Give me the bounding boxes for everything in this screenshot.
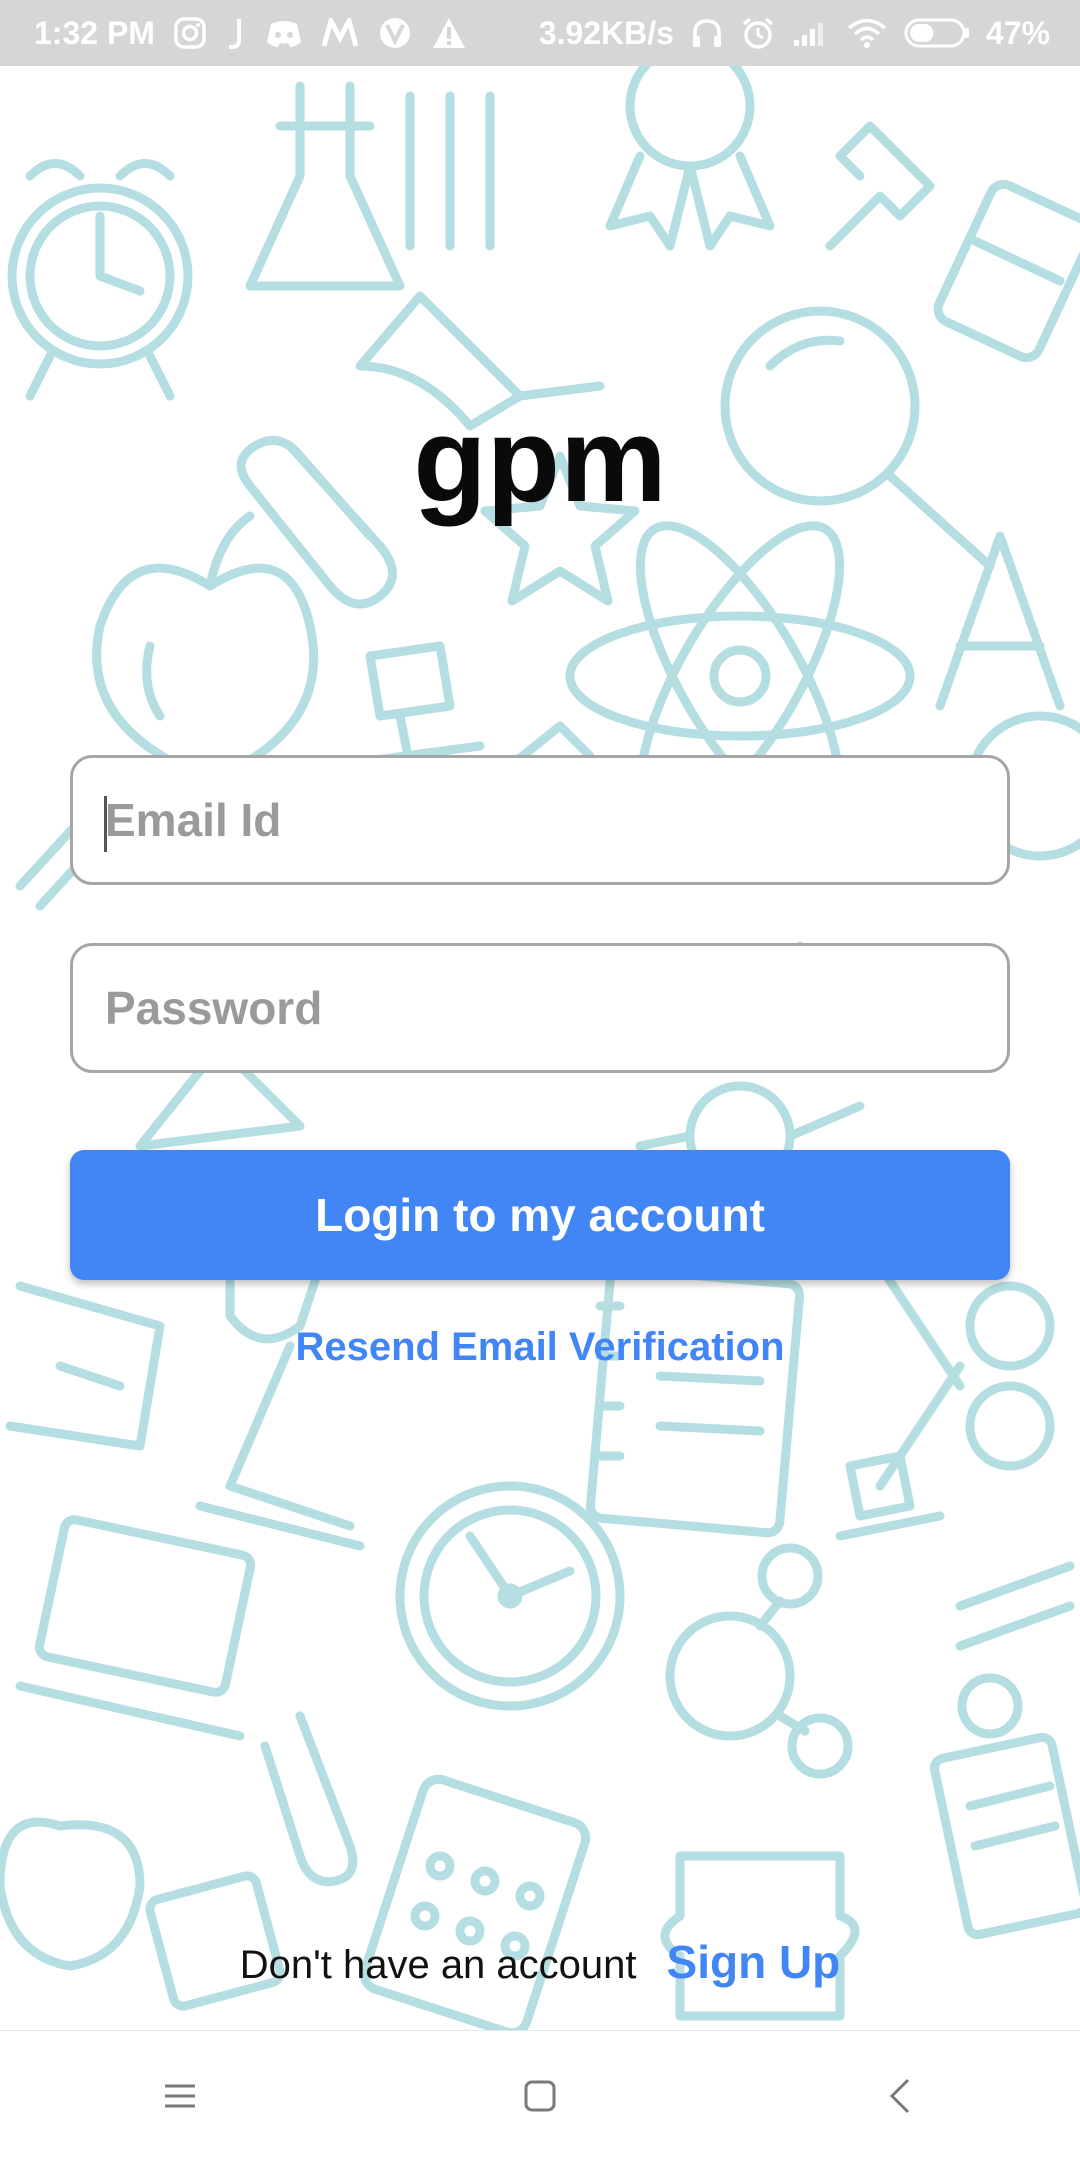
notebook-doodle: [585, 1264, 805, 1538]
wall-clock-doodle: [395, 1481, 625, 1711]
signup-link[interactable]: Sign Up: [667, 1935, 841, 1989]
resend-verification-link[interactable]: Resend Email Verification: [0, 1325, 1080, 1370]
status-time: 1:32 PM: [34, 14, 155, 51]
home-square-icon: [524, 2080, 556, 2112]
home-button[interactable]: [480, 2046, 600, 2146]
letter-a-doodle: [935, 531, 1065, 711]
status-bar: 1:32 PM 3.92KB/s 47%: [0, 0, 1080, 66]
flask-doodle: [245, 81, 495, 291]
vpn-icon: [379, 18, 410, 48]
login-button[interactable]: Login to my account: [70, 1150, 1010, 1280]
email-input[interactable]: [73, 758, 1007, 882]
m-app-icon: [321, 18, 359, 47]
book-right-doodle: [955, 1561, 1075, 1651]
battery-percent: 47%: [985, 14, 1050, 51]
bus-doodle: [933, 179, 1080, 363]
navigation-bar: [0, 2030, 1080, 2160]
apple-doodle: [92, 511, 319, 771]
instagram-icon: [174, 17, 206, 49]
alarm-clock-doodle: [7, 159, 193, 401]
desk-lamp-doodle: [195, 1241, 365, 1551]
network-speed: 3.92KB/s: [538, 14, 674, 51]
scissors-doodle: [875, 1261, 1055, 1491]
signup-row: Don't have an account Sign Up: [0, 1935, 1080, 1989]
email-field[interactable]: [70, 755, 1010, 885]
password-input[interactable]: [73, 946, 1007, 1070]
calculator-doodle: [359, 1774, 591, 2030]
battery-icon: [904, 18, 969, 48]
molecule-right-doodle: [665, 1543, 853, 1779]
alarm-icon: [742, 17, 774, 49]
signup-prompt: Don't have an account: [239, 1943, 637, 1987]
app-title: gpm: [413, 393, 667, 527]
stamp-doodle: [325, 641, 485, 771]
laptop-doodle: [15, 1515, 256, 1741]
back-chevron-icon: [889, 2078, 910, 2114]
award-doodle: [605, 66, 775, 251]
discord-icon: [266, 21, 301, 47]
certificate-doodle: [929, 1673, 1080, 1940]
login-screen: 1:32 PM 3.92KB/s 47% gpm Email Id Login …: [0, 0, 1080, 2160]
paperclip-bottom-doodle: [260, 1711, 358, 1887]
j-app-icon: [228, 19, 241, 49]
menu-icon: [165, 2084, 195, 2108]
headphones-icon: [692, 19, 721, 47]
status-right: 3.92KB/s 47%: [539, 15, 1050, 52]
signal-icon: [793, 23, 823, 46]
status-left: 1:32 PM: [34, 15, 467, 52]
wifi-icon: [847, 18, 887, 48]
pushpin-doodle: [825, 121, 935, 251]
menu-button[interactable]: [120, 2046, 240, 2146]
back-button[interactable]: [840, 2046, 960, 2146]
warning-icon: [432, 18, 465, 48]
password-field[interactable]: [70, 943, 1010, 1073]
